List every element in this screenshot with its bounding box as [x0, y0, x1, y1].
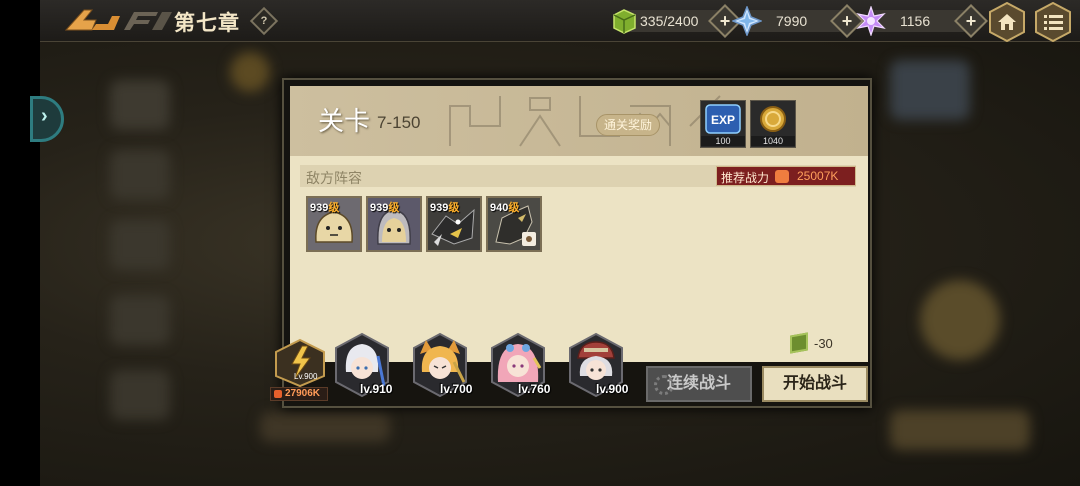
- gold-reward[interactable]: 1040: [750, 100, 796, 148]
- enemy-unit[interactable]: 940级: [486, 196, 542, 252]
- enemy-level: 939级: [310, 202, 340, 214]
- home-icon[interactable]: [988, 2, 1026, 42]
- crystal-resource: 7990 +: [732, 4, 864, 38]
- stamina-resource: 335/2400 +: [610, 4, 742, 38]
- exp-reward-count: 100: [701, 136, 745, 146]
- help-icon[interactable]: ?: [249, 6, 279, 36]
- enemy-unit[interactable]: 939级: [366, 196, 422, 252]
- game-logo-icon: [64, 9, 172, 31]
- exp-reward[interactable]: EXP 100: [700, 100, 746, 148]
- stamina-cube-icon: [790, 332, 808, 354]
- enemy-level: 939级: [430, 202, 460, 214]
- stamina-cube-icon: [613, 9, 636, 34]
- team-power-value: 27906K: [285, 388, 321, 399]
- enemy-level: 939级: [370, 202, 400, 214]
- crystal-icon: [732, 6, 762, 36]
- stamina-value: 335/2400: [640, 13, 699, 29]
- hero-level: lv.910: [360, 382, 393, 396]
- clear-reward-button[interactable]: 通关奖励: [596, 114, 660, 136]
- stage-title: 关卡: [318, 106, 371, 136]
- power-icon: [274, 390, 282, 398]
- left-letterbox: [0, 0, 40, 486]
- svg-text:EXP: EXP: [711, 113, 735, 127]
- enemy-unit[interactable]: 939级: [306, 196, 362, 252]
- start-battle-button[interactable]: 开始战斗: [762, 366, 868, 402]
- leader-level: Lv.900: [294, 372, 318, 381]
- team-hero-slot[interactable]: lv.700: [410, 332, 473, 398]
- stage-header: 关卡 7-150 通关奖励 EXP 100 1040: [290, 86, 868, 156]
- star-gem-value: 1156: [900, 13, 931, 29]
- team-hero-slot[interactable]: lv.760: [488, 332, 551, 398]
- stamina-cost-value: -30: [814, 336, 833, 351]
- enemy-unit[interactable]: 939级: [426, 196, 482, 252]
- map-pattern-decoration: [449, 95, 721, 147]
- hero-level: lv.900: [596, 382, 629, 396]
- star-gem-icon: [856, 6, 886, 36]
- recommended-power-label: 推荐战力: [721, 171, 770, 185]
- gold-coin-icon: [760, 106, 786, 132]
- enemy-lineup-label: 敌方阵容: [306, 170, 362, 186]
- gold-reward-count: 1040: [751, 136, 795, 146]
- team-hero-slot[interactable]: lv.910: [332, 332, 392, 398]
- team-hero-slot[interactable]: lv.900: [566, 332, 629, 398]
- exp-icon: EXP: [705, 104, 741, 134]
- chevron-right-icon: ›: [41, 105, 48, 127]
- team-power: 27906K: [270, 387, 328, 401]
- fist-icon: [775, 170, 789, 183]
- crystal-value: 7990: [776, 13, 808, 29]
- hero-level: lv.700: [440, 382, 473, 396]
- stage-number: 7-150: [377, 113, 421, 132]
- gear-icon: [654, 375, 674, 395]
- hero-level: lv.760: [518, 382, 551, 396]
- chapter-title: 第七章: [174, 12, 240, 35]
- enemy-lineup-bar: 敌方阵容 推荐战力 25007K: [300, 165, 856, 187]
- continuous-battle-button[interactable]: 连续战斗: [646, 366, 752, 402]
- menu-icon[interactable]: [1034, 2, 1072, 42]
- top-bar: 第七章 ? 335/2400 + 7990 + 1156 +: [40, 0, 1080, 42]
- enemy-level: 940级: [490, 202, 520, 214]
- recommended-power-value: 25007K: [797, 169, 839, 183]
- team-leader[interactable]: Lv.900 27906K: [270, 338, 330, 404]
- star-gem-resource: 1156 +: [856, 4, 988, 38]
- recommended-power-badge: 推荐战力 25007K: [716, 166, 856, 186]
